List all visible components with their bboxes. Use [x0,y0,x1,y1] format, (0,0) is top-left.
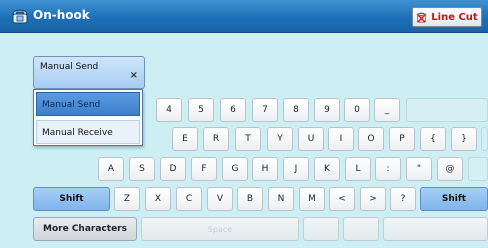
key-open-brace[interactable]: { [420,127,446,151]
key-y[interactable]: Y [267,127,293,151]
key-f[interactable]: F [191,157,217,181]
key-d[interactable]: D [160,157,186,181]
key-c[interactable]: C [176,187,202,211]
key-i[interactable]: I [328,127,354,151]
title-bar: On-hook Line Cut [0,0,488,33]
key-0[interactable]: 0 [344,98,370,122]
key-blank [481,127,488,151]
key-g[interactable]: G [222,157,248,181]
key-blank [383,217,488,241]
key-underscore[interactable]: _ [374,98,400,122]
key-u[interactable]: U [298,127,324,151]
key-t[interactable]: T [235,127,261,151]
key-r[interactable]: R [203,127,229,151]
key-e[interactable]: E [172,127,198,151]
key-o[interactable]: O [358,127,384,151]
key-s[interactable]: S [129,157,155,181]
space-key[interactable]: Space [141,217,299,241]
send-mode-menu: Manual Send Manual Receive [33,89,143,146]
key-blank [343,217,379,241]
line-cut-button[interactable]: Line Cut [412,7,482,27]
close-icon[interactable]: × [130,70,138,81]
key-p[interactable]: P [389,127,415,151]
shift-right-key[interactable]: Shift [420,187,488,211]
key-l[interactable]: L [345,157,371,181]
key-b[interactable]: B [237,187,263,211]
key-5[interactable]: 5 [188,98,214,122]
key-4[interactable]: 4 [156,98,182,122]
menu-item-manual-send[interactable]: Manual Send [36,92,140,116]
key-a[interactable]: A [98,157,124,181]
key-v[interactable]: V [207,187,233,211]
line-cut-label: Line Cut [431,11,478,23]
send-mode-dropdown[interactable]: Manual Send × [33,56,145,89]
phone-icon [12,9,28,24]
key-7[interactable]: 7 [252,98,278,122]
key-double-quote[interactable]: " [406,157,432,181]
key-blank [468,157,488,181]
send-mode-selected: Manual Send [40,62,99,72]
key-z[interactable]: Z [114,187,140,211]
more-characters-button[interactable]: More Characters [33,217,137,241]
screen-title: On-hook [33,8,90,22]
key-k[interactable]: K [314,157,340,181]
line-cut-icon [416,12,427,23]
key-blank [406,98,488,122]
key-blank [303,217,339,241]
key-less-than[interactable]: < [329,187,355,211]
key-n[interactable]: N [268,187,294,211]
key-j[interactable]: J [283,157,309,181]
key-h[interactable]: H [252,157,278,181]
key-greater-than[interactable]: > [360,187,386,211]
menu-item-manual-receive[interactable]: Manual Receive [36,120,140,144]
key-close-brace[interactable]: } [451,127,477,151]
key-8[interactable]: 8 [283,98,309,122]
key-at[interactable]: @ [437,157,463,181]
shift-left-key[interactable]: Shift [33,187,110,211]
key-colon[interactable]: : [375,157,401,181]
key-x[interactable]: X [145,187,171,211]
key-question[interactable]: ? [390,187,416,211]
key-m[interactable]: M [299,187,325,211]
key-9[interactable]: 9 [314,98,340,122]
key-6[interactable]: 6 [220,98,246,122]
